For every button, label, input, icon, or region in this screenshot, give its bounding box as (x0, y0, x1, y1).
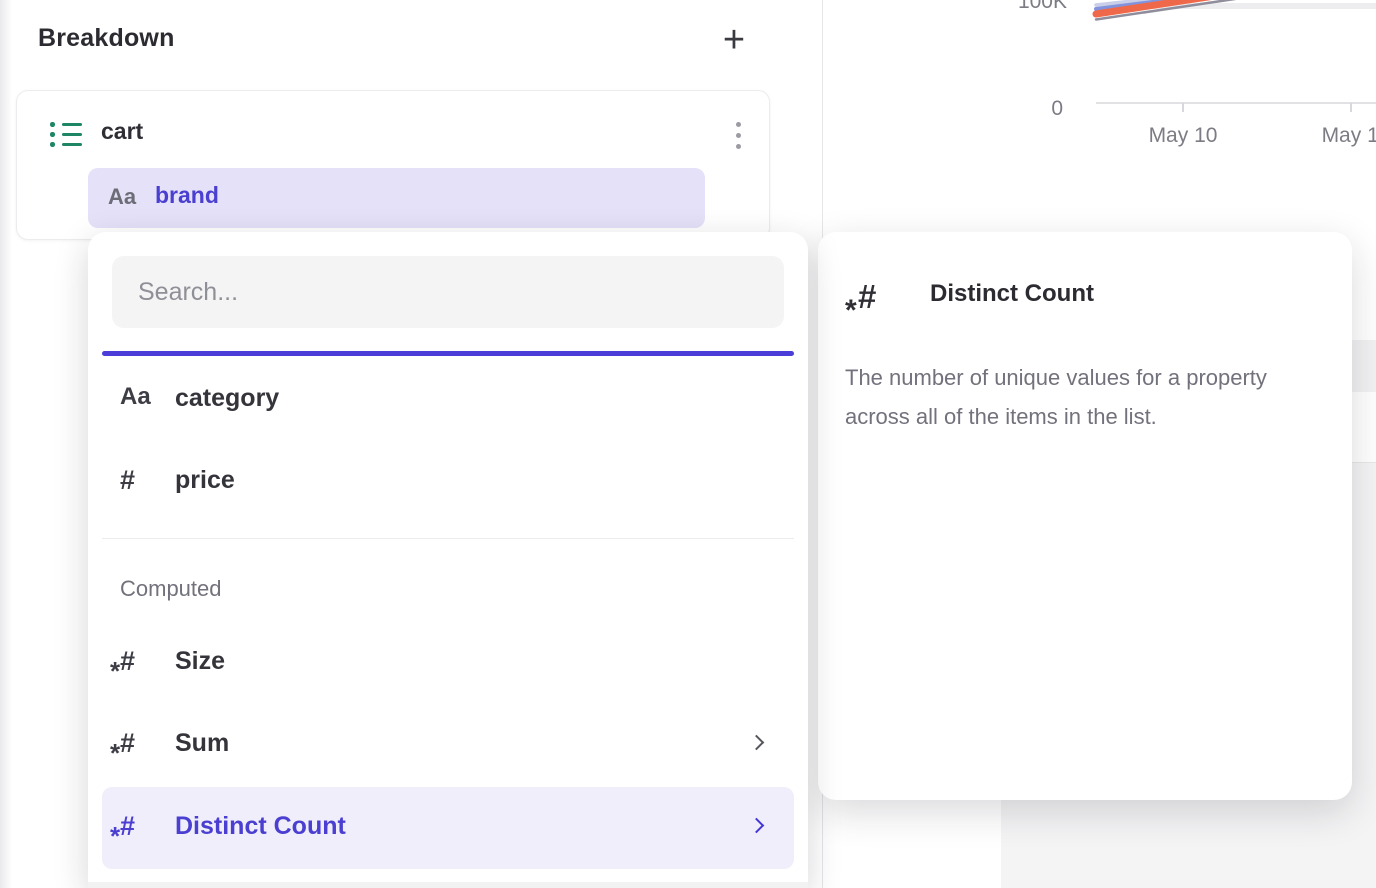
cart-row[interactable]: cart (17, 105, 769, 165)
chevron-right-icon (749, 818, 765, 834)
selected-property-brand[interactable]: Aa brand (88, 168, 705, 228)
breakdown-section-header: Breakdown + (38, 24, 778, 60)
dropdown-item-size[interactable]: *# Size (102, 622, 794, 704)
dropdown-item-label: price (175, 466, 235, 495)
computed-number-icon: *# (120, 811, 164, 842)
dropdown-item-label: Sum (175, 729, 229, 758)
cart-label: cart (101, 118, 143, 145)
property-list[interactable]: Aa category # price Computed *# Size *# … (88, 356, 808, 888)
tooltip-header: *# (858, 278, 876, 322)
computed-number-icon: *# (120, 728, 164, 759)
computed-number-icon: *# (120, 646, 164, 677)
y-axis-label-100k: 100K (997, 0, 1067, 14)
computed-number-icon: *# (858, 278, 876, 316)
dropdown-item-category[interactable]: Aa category (102, 359, 794, 441)
dropdown-item-price[interactable]: # price (102, 441, 794, 523)
distinct-count-tooltip: *# Distinct Count The number of unique v… (818, 232, 1352, 800)
property-dropdown: Aa category # price Computed *# Size *# … (88, 232, 808, 888)
number-property-icon: # (120, 465, 164, 496)
text-property-icon: Aa (108, 184, 136, 210)
x-axis-label-may10: May 10 (1128, 124, 1238, 148)
dropdown-footer-divider (88, 882, 808, 888)
tooltip-title: Distinct Count (930, 280, 1094, 308)
dropdown-item-label: Size (175, 647, 225, 676)
y-axis-label-0: 0 (993, 97, 1063, 121)
search-input[interactable] (112, 256, 784, 328)
tooltip-description: The number of unique values for a proper… (845, 358, 1333, 436)
selected-property-label: brand (155, 182, 219, 209)
chevron-right-icon (749, 735, 765, 751)
list-divider (102, 538, 794, 539)
line-chart[interactable]: 100K 0 May 10 May 15 (823, 0, 1376, 170)
list-icon (50, 121, 82, 147)
add-breakdown-button[interactable]: + (712, 18, 756, 62)
breakdown-section-title: Breakdown (38, 24, 175, 52)
dropdown-item-sum[interactable]: *# Sum (102, 704, 794, 786)
kebab-menu-icon[interactable] (720, 113, 756, 157)
dropdown-item-label: category (175, 384, 279, 413)
text-property-icon: Aa (120, 383, 164, 411)
x-axis-label-may15: May 15 (1301, 124, 1376, 148)
section-header-computed: Computed (120, 576, 222, 602)
dropdown-item-label: Distinct Count (175, 812, 346, 841)
chart-canvas (823, 0, 1376, 170)
dropdown-item-distinct-count[interactable]: *# Distinct Count (102, 787, 794, 869)
